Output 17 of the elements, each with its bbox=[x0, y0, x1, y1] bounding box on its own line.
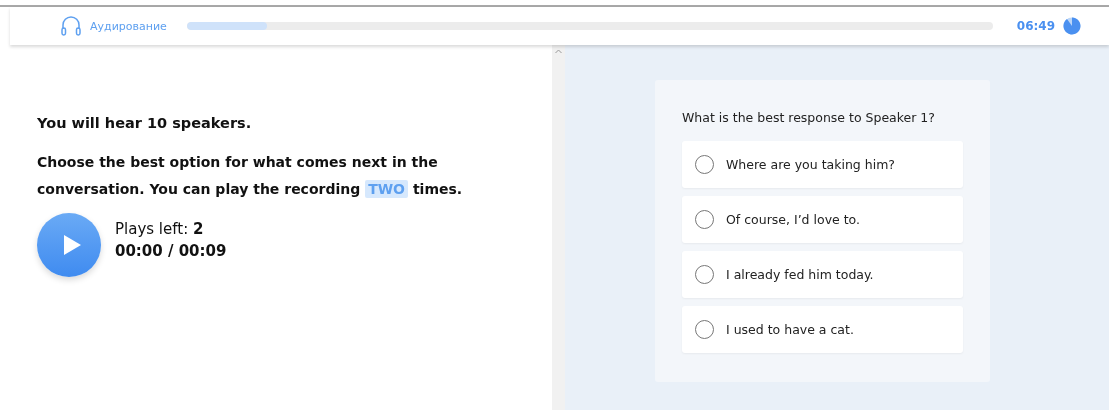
play-button[interactable] bbox=[37, 213, 101, 277]
timer-pie-icon bbox=[1063, 17, 1081, 35]
instruction-text: Choose the best option for what comes next in the conversation. You can play the recording TWO times. bbox=[37, 153, 464, 200]
answer-option[interactable]: Of course, I’d love to. bbox=[682, 196, 963, 243]
scrollbar[interactable] bbox=[552, 45, 565, 410]
answer-option[interactable]: Where are you taking him? bbox=[682, 141, 963, 188]
playback-time: 00:00 / 00:09 bbox=[115, 242, 227, 260]
scroll-up-icon[interactable] bbox=[555, 49, 562, 54]
play-icon bbox=[61, 234, 82, 256]
headphones-icon bbox=[60, 14, 82, 38]
plays-left: Plays left: 2 bbox=[115, 220, 205, 238]
instruction-heading: You will hear 10 speakers. bbox=[37, 115, 253, 131]
section-title: Аудирование bbox=[90, 19, 167, 33]
answer-option[interactable]: I used to have a cat. bbox=[682, 306, 963, 353]
question-prompt: What is the best response to Speaker 1? bbox=[682, 110, 936, 125]
answer-option[interactable]: I already fed him today. bbox=[682, 251, 963, 298]
timer: 06:49 bbox=[1016, 19, 1055, 33]
